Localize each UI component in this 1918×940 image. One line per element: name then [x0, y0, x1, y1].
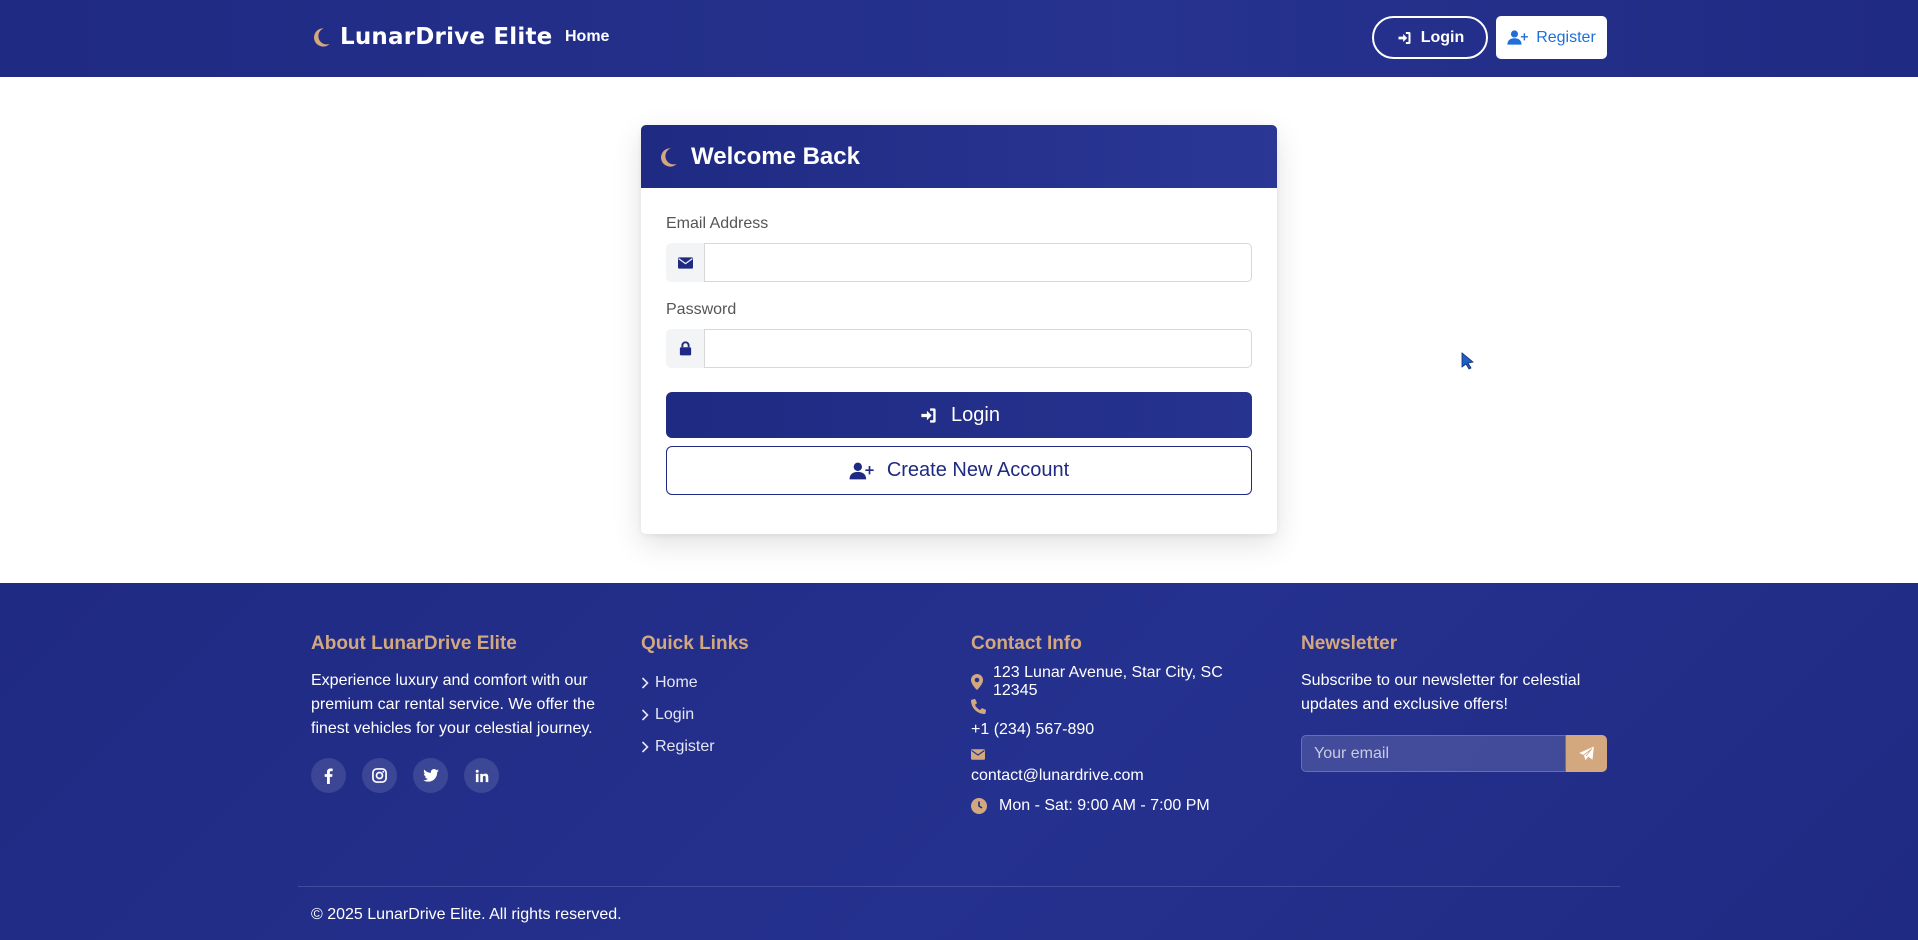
contact-address-text: 123 Lunar Avenue, Star City, SC 12345 — [993, 664, 1223, 699]
nav-register-label: Register — [1536, 28, 1596, 46]
create-account-button[interactable]: Create New Account — [666, 446, 1252, 495]
envelope-icon — [666, 243, 704, 282]
chevron-right-icon — [641, 677, 649, 689]
linkedin-icon[interactable] — [464, 758, 499, 793]
social-links — [311, 758, 499, 793]
footer-newsletter-heading: Newsletter — [1301, 633, 1398, 654]
twitter-icon[interactable] — [413, 758, 448, 793]
footer-quick-links-heading: Quick Links — [641, 633, 749, 654]
password-input[interactable] — [704, 329, 1252, 368]
footer-about: About LunarDrive Elite Experience luxury… — [311, 633, 601, 741]
contact-phone-text: +1 (234) 567-890 — [971, 721, 1095, 738]
chevron-right-icon — [641, 709, 649, 721]
facebook-icon[interactable] — [311, 758, 346, 793]
newsletter-email-input[interactable]: Your email — [1301, 735, 1566, 772]
login-card: Welcome Back Email Address Password Logi… — [641, 125, 1277, 534]
footer-link-login[interactable]: Login — [641, 699, 901, 731]
contact-hours: Mon - Sat: 9:00 AM - 7:00 PM — [971, 793, 1271, 819]
clock-icon — [971, 798, 987, 814]
mouse-cursor-icon — [1461, 352, 1475, 375]
chevron-right-icon — [641, 741, 649, 753]
footer-divider — [298, 886, 1620, 887]
phone-icon — [971, 699, 986, 714]
email-input[interactable] — [704, 243, 1252, 282]
footer-link-home[interactable]: Home — [641, 667, 901, 699]
footer-link-label: Register — [655, 738, 715, 755]
brand-logo[interactable]: LunarDrive Elite — [310, 24, 552, 50]
footer-link-label: Home — [655, 674, 698, 691]
footer-about-heading: About LunarDrive Elite — [311, 633, 517, 654]
contact-address: 123 Lunar Avenue, Star City, SC 12345 — [971, 664, 1271, 699]
footer-link-label: Login — [655, 706, 695, 723]
copyright-text: © 2025 LunarDrive Elite. All rights rese… — [311, 906, 622, 923]
map-marker-icon — [971, 674, 983, 690]
footer-contact: Contact Info 123 Lunar Avenue, Star City… — [971, 633, 1271, 819]
brand-name: LunarDrive Elite — [340, 24, 553, 50]
footer-about-text: Experience luxury and comfort with our p… — [311, 672, 595, 737]
moon-icon — [657, 145, 679, 169]
contact-email: contact@lunardrive.com — [971, 747, 1271, 787]
login-submit-button[interactable]: Login — [666, 392, 1252, 438]
password-input-group — [666, 329, 1252, 368]
login-submit-label: Login — [951, 403, 1000, 426]
moon-icon — [310, 25, 332, 49]
nav-register-button[interactable]: Register — [1496, 16, 1607, 59]
paper-plane-icon — [1578, 746, 1595, 762]
footer-newsletter: Newsletter Subscribe to our newsletter f… — [1301, 633, 1607, 717]
user-plus-icon — [1507, 29, 1529, 46]
password-label: Password — [666, 301, 737, 318]
navbar: LunarDrive Elite Home Login Register — [0, 0, 1918, 77]
nav-login-button[interactable]: Login — [1372, 16, 1488, 59]
contact-email-text: contact@lunardrive.com — [971, 767, 1144, 784]
contact-phone: +1 (234) 567-890 — [971, 699, 1271, 741]
user-plus-icon — [849, 461, 875, 481]
sign-in-icon — [918, 406, 939, 425]
footer-link-register[interactable]: Register — [641, 731, 901, 763]
create-account-label: Create New Account — [886, 459, 1070, 481]
email-input-group — [666, 243, 1252, 282]
lock-icon — [666, 329, 704, 368]
sign-in-icon — [1396, 30, 1413, 46]
contact-hours-text: Mon - Sat: 9:00 AM - 7:00 PM — [999, 797, 1210, 814]
footer-contact-heading: Contact Info — [971, 633, 1082, 654]
nav-link-home[interactable]: Home — [565, 28, 609, 46]
nav-login-label: Login — [1420, 28, 1465, 46]
footer: About LunarDrive Elite Experience luxury… — [0, 583, 1918, 940]
newsletter-submit-button[interactable] — [1566, 735, 1607, 772]
footer-quick-links: Quick Links Home Login Register — [641, 633, 901, 763]
footer-newsletter-text: Subscribe to our newsletter for celestia… — [1301, 672, 1581, 713]
email-label: Email Address — [666, 215, 769, 232]
login-card-header: Welcome Back — [641, 125, 1277, 188]
envelope-icon — [971, 749, 985, 760]
login-card-title: Welcome Back — [691, 142, 860, 170]
instagram-icon[interactable] — [362, 758, 397, 793]
